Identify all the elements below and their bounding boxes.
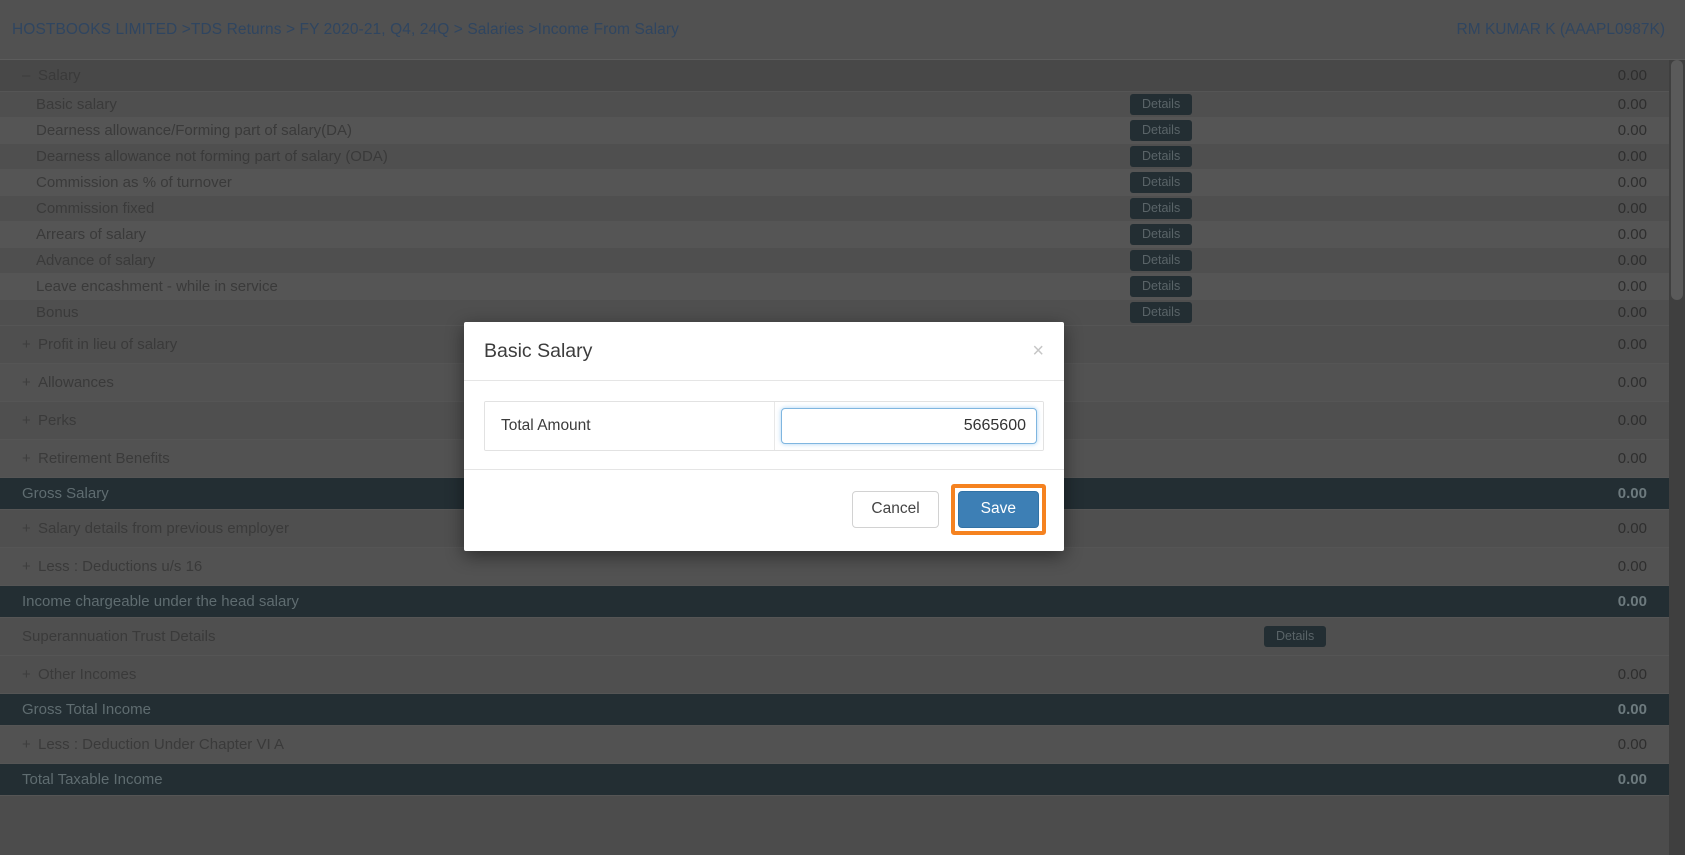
total-amount-input-wrap [775, 402, 1043, 450]
dialog-title: Basic Salary [484, 339, 593, 362]
modal-backdrop: Basic Salary × Total Amount Cancel Save [0, 0, 1685, 855]
cancel-button[interactable]: Cancel [852, 491, 939, 528]
dialog-header: Basic Salary × [464, 322, 1064, 381]
dialog-body: Total Amount [464, 381, 1064, 469]
total-amount-input[interactable] [781, 408, 1037, 444]
total-amount-field-row: Total Amount [484, 401, 1044, 451]
total-amount-label: Total Amount [485, 402, 775, 450]
dialog-footer: Cancel Save [464, 469, 1064, 551]
save-button[interactable]: Save [957, 491, 1039, 528]
basic-salary-dialog: Basic Salary × Total Amount Cancel Save [464, 322, 1064, 551]
close-icon[interactable]: × [1032, 341, 1044, 361]
save-button-highlight: Save [950, 484, 1046, 535]
